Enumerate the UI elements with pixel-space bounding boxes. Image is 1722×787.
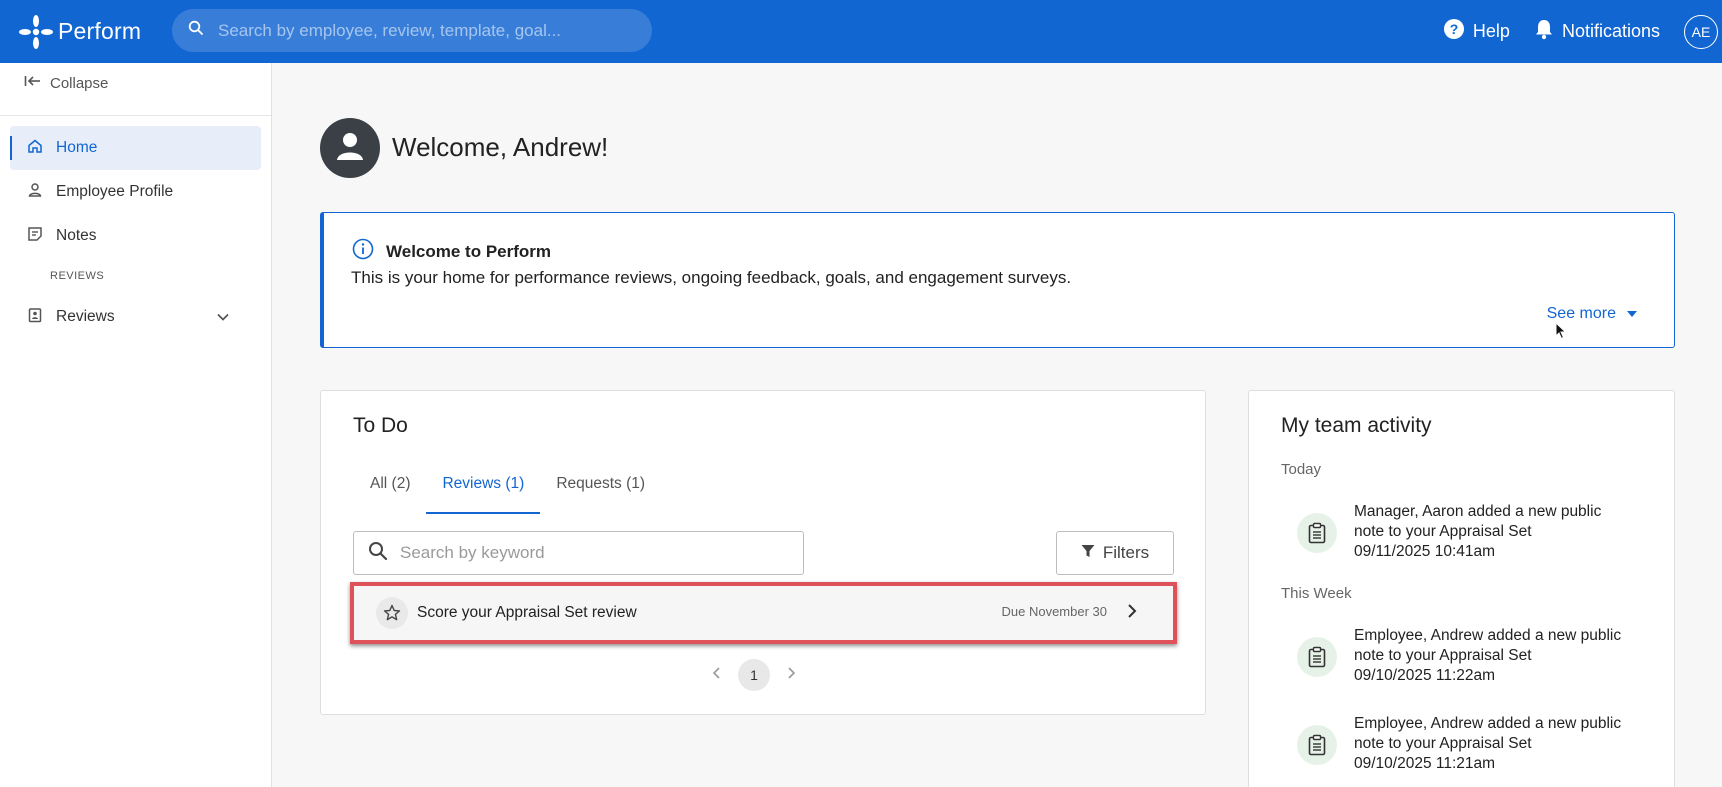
welcome-info-banner: Welcome to Perform This is your home for… [320, 212, 1675, 348]
search-icon [188, 20, 204, 41]
activity-timestamp: 09/11/2025 10:41am [1354, 543, 1496, 560]
pagination: 1 [711, 659, 797, 691]
info-banner-title-text: Welcome to Perform [386, 241, 552, 261]
top-bar: Perform ? Help Notifications AE [0, 0, 1722, 63]
filters-button[interactable]: Filters [1056, 531, 1174, 575]
clipboard-icon [1297, 637, 1337, 677]
mouse-cursor-icon [1555, 321, 1567, 345]
activity-text: Employee, Andrew added a new public note… [1354, 714, 1624, 774]
caret-down-icon [1616, 305, 1638, 323]
chevron-left-icon[interactable] [711, 666, 723, 685]
star-icon[interactable] [376, 597, 408, 629]
activity-group-label: Today [1281, 461, 1322, 478]
sidebar-section-reviews: REVIEWS [50, 270, 105, 282]
sidebar-item-notes[interactable]: Notes [10, 214, 261, 258]
keyword-search[interactable] [353, 531, 804, 575]
sidebar-item-reviews[interactable]: Reviews [10, 295, 261, 339]
page-title: Welcome, Andrew! [392, 132, 609, 162]
notes-icon [27, 226, 56, 247]
tab-requests[interactable]: Requests (1) [540, 473, 661, 507]
sidebar-item-label: Reviews [56, 308, 115, 325]
sidebar-item-label: Notes [56, 227, 97, 244]
user-avatar[interactable]: AE [1684, 14, 1718, 49]
team-activity-title: My team activity [1281, 414, 1432, 437]
welcome-avatar [320, 118, 380, 178]
reviews-icon [27, 307, 56, 328]
todo-tabs: All (2) Reviews (1) Requests (1) [354, 473, 661, 514]
activity-text: Manager, Aaron added a new public note t… [1354, 502, 1624, 562]
todo-item-label: Score your Appraisal Set review [417, 604, 637, 621]
global-search-input[interactable] [218, 20, 638, 41]
person-icon [27, 182, 56, 203]
activity-group-label: This Week [1281, 585, 1352, 602]
global-search[interactable] [172, 9, 652, 52]
filters-label: Filters [1102, 543, 1150, 562]
chevron-right-icon[interactable] [1125, 603, 1139, 624]
sidebar-item-home[interactable]: Home [10, 126, 261, 170]
activity-item[interactable]: Employee, Andrew added a new public note… [1297, 626, 1657, 686]
todo-card: To Do All (2) Reviews (1) Requests (1) F… [320, 390, 1206, 715]
activity-description: Employee, Andrew added a new public note… [1354, 627, 1622, 664]
todo-item[interactable]: Score your Appraisal Set review Due Nove… [350, 582, 1177, 644]
sidebar-divider [0, 115, 271, 116]
activity-item[interactable]: Employee, Andrew added a new public note… [1297, 714, 1657, 774]
clipboard-icon [1297, 513, 1337, 553]
activity-description: Employee, Andrew added a new public note… [1354, 715, 1622, 752]
sidebar: Collapse Home Employee Profile Notes REV… [0, 63, 272, 787]
collapse-button[interactable]: Collapse [24, 74, 108, 92]
search-icon [368, 541, 388, 566]
page-number-current[interactable]: 1 [738, 659, 770, 691]
collapse-arrow-icon [24, 74, 50, 92]
svg-text:?: ? [1450, 21, 1459, 37]
activity-description: Manager, Aaron added a new public note t… [1354, 503, 1602, 540]
collapse-label: Collapse [50, 74, 109, 92]
help-button[interactable]: ? Help [1443, 18, 1510, 45]
sidebar-item-label: Home [56, 139, 98, 156]
see-more-button[interactable]: See more [1547, 305, 1638, 323]
info-banner-text: This is your home for performance review… [351, 268, 1072, 287]
sidebar-item-employee-profile[interactable]: Employee Profile [10, 170, 261, 214]
chevron-down-icon[interactable] [216, 310, 243, 329]
keyword-search-input[interactable] [400, 543, 780, 563]
activity-timestamp: 09/10/2025 11:21am [1354, 755, 1496, 772]
brand[interactable]: Perform [16, 0, 141, 63]
tab-reviews[interactable]: Reviews (1) [426, 473, 541, 514]
todo-item-due-date: Due November 30 [1001, 604, 1108, 619]
sidebar-item-label: Employee Profile [56, 183, 174, 200]
activity-timestamp: 09/10/2025 11:22am [1354, 667, 1496, 684]
filter-icon [1081, 543, 1103, 563]
chevron-right-icon[interactable] [785, 666, 797, 685]
info-banner-title: Welcome to Perform [352, 238, 551, 265]
tab-all[interactable]: All (2) [354, 473, 426, 507]
notifications-label: Notifications [1561, 21, 1660, 41]
home-icon [27, 138, 56, 159]
clipboard-icon [1297, 725, 1337, 765]
person-icon [333, 129, 367, 168]
help-icon: ? [1443, 18, 1473, 45]
help-label: Help [1472, 21, 1510, 41]
see-more-label: See more [1546, 305, 1616, 322]
app-name: Perform [58, 18, 142, 44]
notifications-button[interactable]: Notifications [1534, 18, 1660, 45]
activity-item[interactable]: Manager, Aaron added a new public note t… [1297, 502, 1657, 562]
team-activity-card: My team activity Today Manager, Aaron ad… [1248, 390, 1675, 787]
bell-icon [1534, 18, 1562, 45]
info-icon [352, 238, 386, 265]
perform-logo-icon [16, 12, 56, 52]
activity-text: Employee, Andrew added a new public note… [1354, 626, 1624, 686]
todo-title: To Do [353, 414, 408, 437]
